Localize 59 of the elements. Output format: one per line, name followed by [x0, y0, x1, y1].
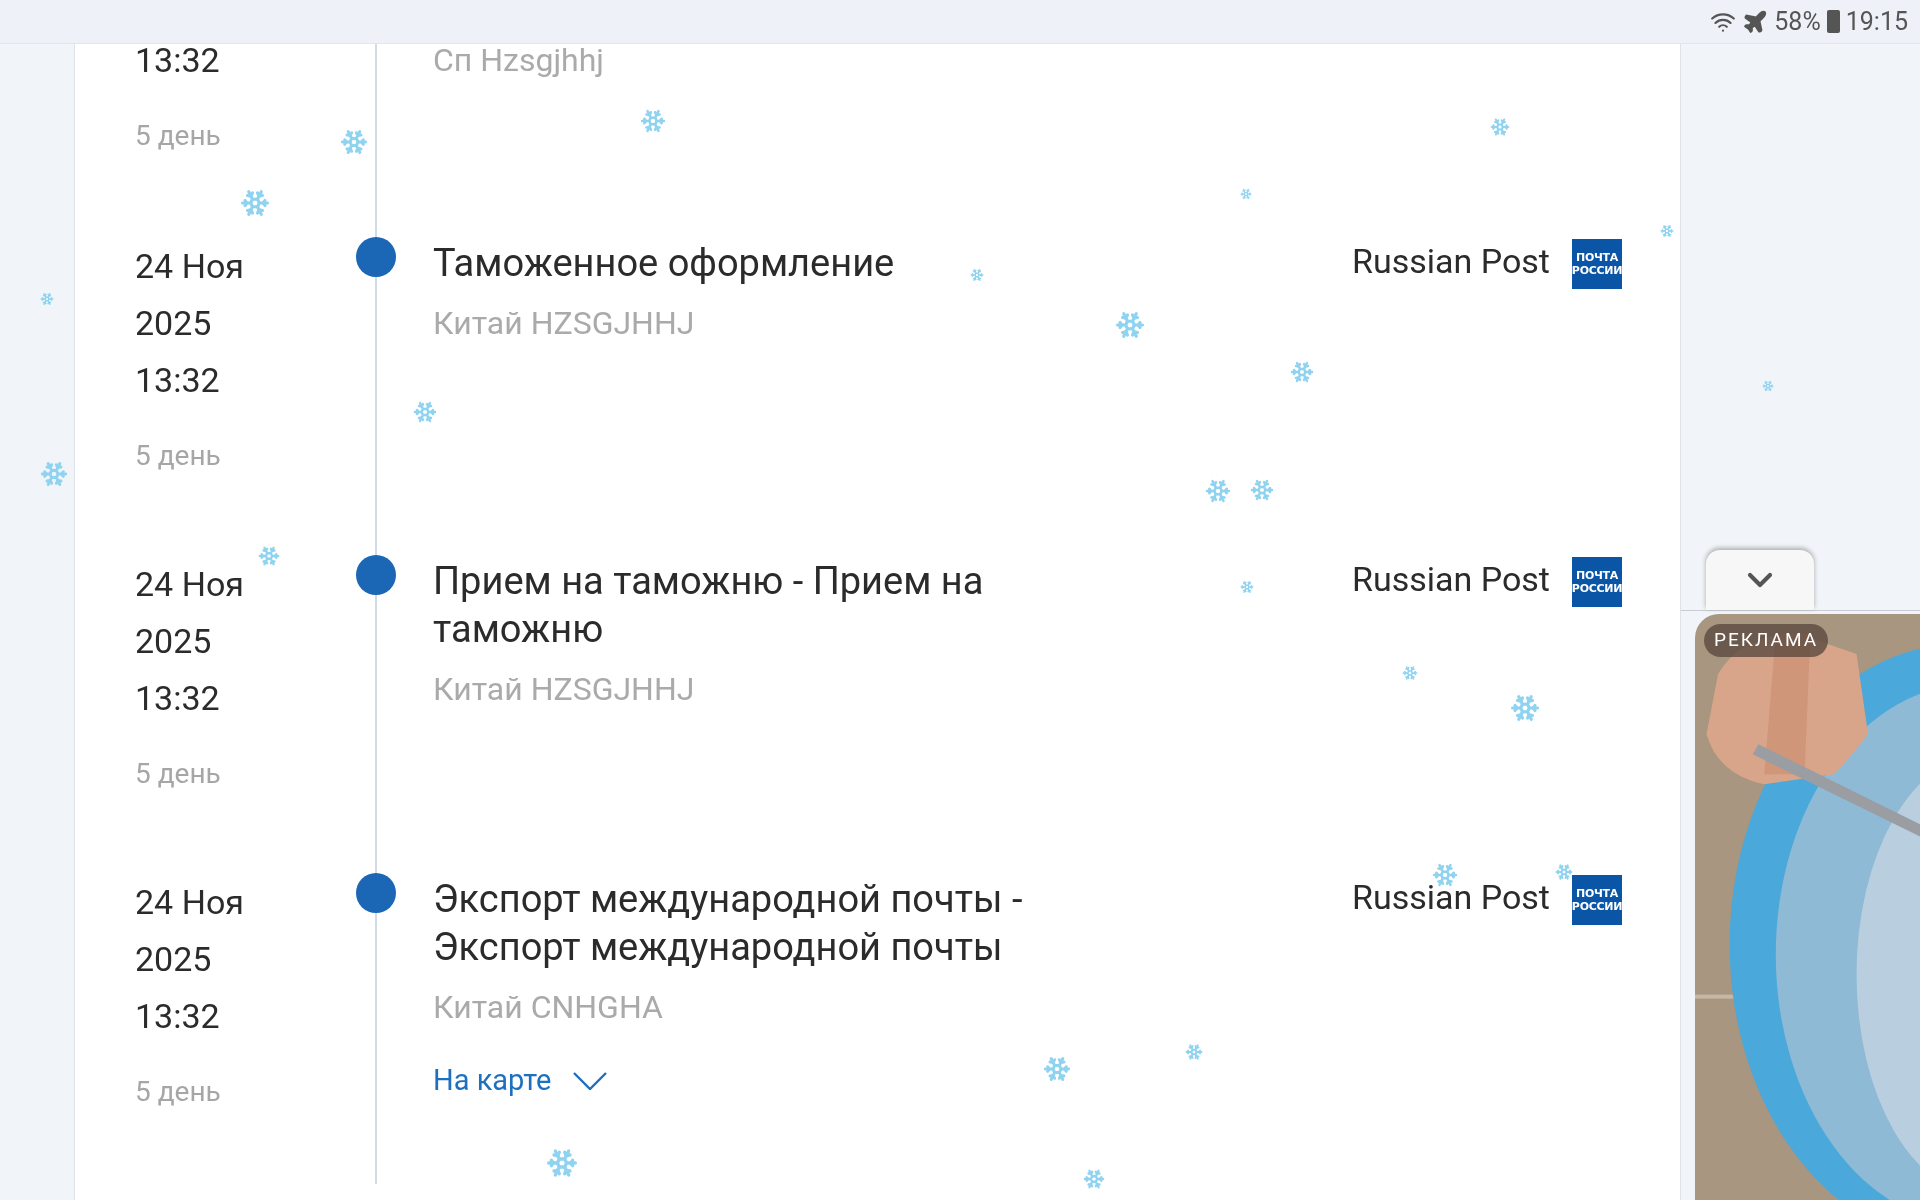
- event-date: 24 Ноя: [135, 245, 244, 288]
- snowflake-icon: [1660, 224, 1674, 238]
- snowflake-icon: [1240, 580, 1254, 594]
- carrier-name: Russian Post: [1351, 558, 1550, 601]
- event-title: Таможенное оформление: [433, 240, 895, 287]
- russian-post-logo: ПОЧТА РОССИИ: [1572, 239, 1622, 289]
- chevron-down-icon: [573, 1071, 608, 1090]
- clock: 19:15: [1845, 5, 1908, 38]
- carrier-name: Russian Post: [1351, 240, 1550, 283]
- snowflake-icon: [340, 128, 368, 156]
- snowflake-icon: [258, 545, 280, 567]
- battery-icon: [1826, 10, 1840, 33]
- event-age: 5 день: [135, 756, 221, 792]
- collapse-ad-button[interactable]: [1706, 550, 1814, 610]
- event-year: 2025: [135, 302, 212, 345]
- snowflake-icon: [640, 108, 666, 134]
- event-title: Прием на таможню - Прием на таможню: [433, 558, 985, 653]
- snowflake-icon: [40, 292, 54, 306]
- snowflake-icon: [1490, 117, 1510, 137]
- airplane-icon: [1742, 8, 1769, 35]
- snowflake-icon: [40, 460, 68, 488]
- snowflake-icon: [1402, 665, 1418, 681]
- event-location: Китай HZSGJHHJ: [433, 669, 695, 709]
- russian-post-logo: ПОЧТА РОССИИ: [1572, 875, 1622, 925]
- snowflake-icon: [1185, 1043, 1203, 1061]
- event-location: Китай HZSGJHHJ: [433, 303, 695, 343]
- map-link[interactable]: На карте: [433, 1059, 608, 1103]
- snowflake-icon: [1555, 863, 1573, 881]
- snowflake-icon: [1510, 693, 1540, 723]
- event-location: Китай CNHGHA: [433, 987, 663, 1027]
- snowflake-icon: [1083, 1168, 1105, 1190]
- event-year: 2025: [135, 620, 212, 663]
- event-location: Сп Hzsgjhhj: [433, 44, 604, 80]
- snowflake-icon: [970, 268, 984, 282]
- snowflake-icon: [1043, 1055, 1071, 1083]
- event-date: 24 Ноя: [135, 881, 244, 924]
- event-age: 5 день: [135, 438, 221, 474]
- event-year: 2025: [135, 938, 212, 981]
- snowflake-icon: [413, 400, 437, 424]
- snowflake-icon: [546, 1147, 578, 1179]
- event-date: 24 Ноя: [135, 563, 244, 606]
- snowflake-icon: [1115, 310, 1145, 340]
- event-time: 13:32: [135, 359, 220, 402]
- event-time: 13:32: [135, 44, 220, 82]
- event-time: 13:32: [135, 995, 220, 1038]
- snowflake-icon: [1240, 188, 1252, 200]
- carrier-name: Russian Post: [1351, 876, 1550, 919]
- snowflake-icon: [240, 188, 270, 218]
- battery-percent: 58%: [1774, 5, 1821, 38]
- snowflake-icon: [1205, 478, 1231, 504]
- snowflake-icon: [1290, 360, 1314, 384]
- event-age: 5 день: [135, 1074, 221, 1110]
- russian-post-logo: ПОЧТА РОССИИ: [1572, 557, 1622, 607]
- snowflake-icon: [1762, 380, 1774, 392]
- snowflake-icon: [1250, 478, 1274, 502]
- event-age: 5 день: [135, 118, 221, 154]
- event-time: 13:32: [135, 677, 220, 720]
- event-title: Экспорт международной почты - Экспорт международной почты: [433, 876, 1024, 971]
- ad-label: РЕКЛАМА: [1704, 624, 1829, 657]
